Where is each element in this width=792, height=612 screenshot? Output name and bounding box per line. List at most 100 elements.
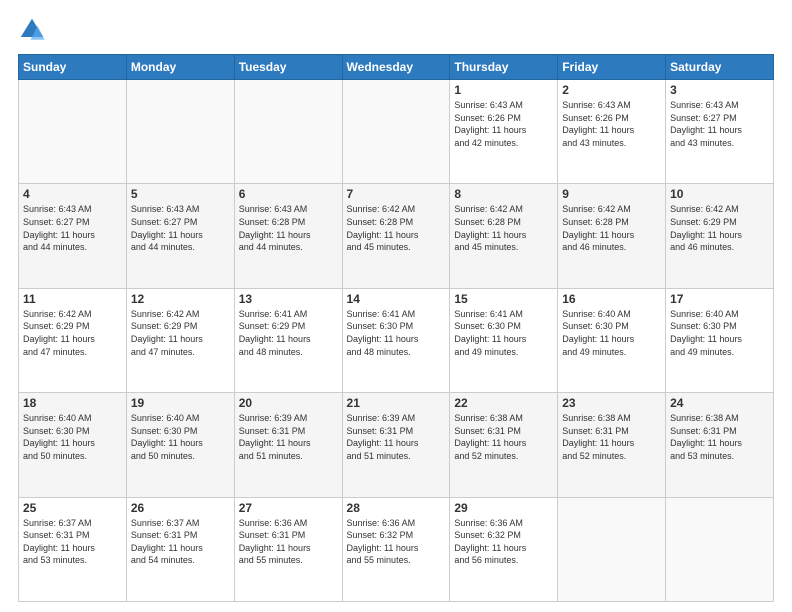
header bbox=[18, 16, 774, 44]
calendar-cell: 21 Sunrise: 6:39 AM Sunset: 6:31 PM Dayli… bbox=[342, 393, 450, 497]
day-info: Sunrise: 6:42 AM Sunset: 6:28 PM Dayligh… bbox=[454, 203, 553, 253]
day-info: Sunrise: 6:37 AM Sunset: 6:31 PM Dayligh… bbox=[131, 517, 230, 567]
logo-icon bbox=[18, 16, 46, 44]
calendar-cell: 17 Sunrise: 6:40 AM Sunset: 6:30 PM Dayli… bbox=[666, 288, 774, 392]
calendar-header-row: SundayMondayTuesdayWednesdayThursdayFrid… bbox=[19, 55, 774, 80]
calendar-cell: 26 Sunrise: 6:37 AM Sunset: 6:31 PM Dayli… bbox=[126, 497, 234, 601]
calendar-cell: 1 Sunrise: 6:43 AM Sunset: 6:26 PM Daylig… bbox=[450, 80, 558, 184]
calendar-cell: 23 Sunrise: 6:38 AM Sunset: 6:31 PM Dayli… bbox=[558, 393, 666, 497]
day-info: Sunrise: 6:43 AM Sunset: 6:26 PM Dayligh… bbox=[562, 99, 661, 149]
day-number: 16 bbox=[562, 292, 661, 306]
calendar-cell: 12Sunrise: 6:42 AM Sunset: 6:29 PM Dayli… bbox=[126, 288, 234, 392]
day-info: Sunrise: 6:43 AM Sunset: 6:28 PM Dayligh… bbox=[239, 203, 338, 253]
page: SundayMondayTuesdayWednesdayThursdayFrid… bbox=[0, 0, 792, 612]
day-info: Sunrise: 6:36 AM Sunset: 6:32 PM Dayligh… bbox=[347, 517, 446, 567]
day-number: 6 bbox=[239, 187, 338, 201]
calendar-cell bbox=[126, 80, 234, 184]
calendar-cell: 13 Sunrise: 6:41 AM Sunset: 6:29 PM Dayli… bbox=[234, 288, 342, 392]
day-number: 3 bbox=[670, 83, 769, 97]
day-number: 13 bbox=[239, 292, 338, 306]
calendar-cell: 11Sunrise: 6:42 AM Sunset: 6:29 PM Dayli… bbox=[19, 288, 127, 392]
calendar-cell: 8 Sunrise: 6:42 AM Sunset: 6:28 PM Daylig… bbox=[450, 184, 558, 288]
day-number: 2 bbox=[562, 83, 661, 97]
day-number: 18 bbox=[23, 396, 122, 410]
day-number: 15 bbox=[454, 292, 553, 306]
calendar-cell: 16 Sunrise: 6:40 AM Sunset: 6:30 PM Dayli… bbox=[558, 288, 666, 392]
day-info: Sunrise: 6:43 AM Sunset: 6:27 PM Dayligh… bbox=[131, 203, 230, 253]
calendar-week-4: 25 Sunrise: 6:37 AM Sunset: 6:31 PM Dayli… bbox=[19, 497, 774, 601]
day-number: 7 bbox=[347, 187, 446, 201]
calendar-week-3: 18 Sunrise: 6:40 AM Sunset: 6:30 PM Dayli… bbox=[19, 393, 774, 497]
day-number: 12 bbox=[131, 292, 230, 306]
day-number: 21 bbox=[347, 396, 446, 410]
calendar-cell: 28 Sunrise: 6:36 AM Sunset: 6:32 PM Dayli… bbox=[342, 497, 450, 601]
calendar-week-2: 11Sunrise: 6:42 AM Sunset: 6:29 PM Dayli… bbox=[19, 288, 774, 392]
calendar-table: SundayMondayTuesdayWednesdayThursdayFrid… bbox=[18, 54, 774, 602]
day-number: 25 bbox=[23, 501, 122, 515]
day-number: 5 bbox=[131, 187, 230, 201]
day-info: Sunrise: 6:39 AM Sunset: 6:31 PM Dayligh… bbox=[239, 412, 338, 462]
calendar-cell: 6 Sunrise: 6:43 AM Sunset: 6:28 PM Daylig… bbox=[234, 184, 342, 288]
day-info: Sunrise: 6:40 AM Sunset: 6:30 PM Dayligh… bbox=[23, 412, 122, 462]
day-number: 22 bbox=[454, 396, 553, 410]
calendar-weekday-thursday: Thursday bbox=[450, 55, 558, 80]
calendar-cell: 27 Sunrise: 6:36 AM Sunset: 6:31 PM Dayli… bbox=[234, 497, 342, 601]
calendar-cell: 14 Sunrise: 6:41 AM Sunset: 6:30 PM Dayli… bbox=[342, 288, 450, 392]
day-info: Sunrise: 6:42 AM Sunset: 6:29 PM Dayligh… bbox=[670, 203, 769, 253]
day-info: Sunrise: 6:36 AM Sunset: 6:32 PM Dayligh… bbox=[454, 517, 553, 567]
day-info: Sunrise: 6:40 AM Sunset: 6:30 PM Dayligh… bbox=[562, 308, 661, 358]
day-number: 26 bbox=[131, 501, 230, 515]
day-info: Sunrise: 6:41 AM Sunset: 6:30 PM Dayligh… bbox=[454, 308, 553, 358]
calendar-cell: 19Sunrise: 6:40 AM Sunset: 6:30 PM Dayli… bbox=[126, 393, 234, 497]
day-number: 28 bbox=[347, 501, 446, 515]
calendar-cell: 7 Sunrise: 6:42 AM Sunset: 6:28 PM Daylig… bbox=[342, 184, 450, 288]
calendar-cell: 15 Sunrise: 6:41 AM Sunset: 6:30 PM Dayli… bbox=[450, 288, 558, 392]
day-number: 8 bbox=[454, 187, 553, 201]
calendar-cell: 22 Sunrise: 6:38 AM Sunset: 6:31 PM Dayli… bbox=[450, 393, 558, 497]
calendar-cell: 4Sunrise: 6:43 AM Sunset: 6:27 PM Daylig… bbox=[19, 184, 127, 288]
calendar-weekday-tuesday: Tuesday bbox=[234, 55, 342, 80]
day-number: 1 bbox=[454, 83, 553, 97]
day-number: 17 bbox=[670, 292, 769, 306]
day-number: 19 bbox=[131, 396, 230, 410]
day-info: Sunrise: 6:37 AM Sunset: 6:31 PM Dayligh… bbox=[23, 517, 122, 567]
day-info: Sunrise: 6:40 AM Sunset: 6:30 PM Dayligh… bbox=[670, 308, 769, 358]
calendar-cell: 20 Sunrise: 6:39 AM Sunset: 6:31 PM Dayli… bbox=[234, 393, 342, 497]
day-number: 23 bbox=[562, 396, 661, 410]
day-info: Sunrise: 6:42 AM Sunset: 6:28 PM Dayligh… bbox=[562, 203, 661, 253]
day-number: 27 bbox=[239, 501, 338, 515]
day-info: Sunrise: 6:38 AM Sunset: 6:31 PM Dayligh… bbox=[562, 412, 661, 462]
day-number: 11 bbox=[23, 292, 122, 306]
calendar-cell: 5 Sunrise: 6:43 AM Sunset: 6:27 PM Daylig… bbox=[126, 184, 234, 288]
day-number: 29 bbox=[454, 501, 553, 515]
calendar-cell bbox=[342, 80, 450, 184]
day-info: Sunrise: 6:43 AM Sunset: 6:26 PM Dayligh… bbox=[454, 99, 553, 149]
day-number: 14 bbox=[347, 292, 446, 306]
calendar-cell: 25 Sunrise: 6:37 AM Sunset: 6:31 PM Dayli… bbox=[19, 497, 127, 601]
day-number: 20 bbox=[239, 396, 338, 410]
day-info: Sunrise: 6:41 AM Sunset: 6:29 PM Dayligh… bbox=[239, 308, 338, 358]
calendar-weekday-saturday: Saturday bbox=[666, 55, 774, 80]
day-info: Sunrise: 6:38 AM Sunset: 6:31 PM Dayligh… bbox=[670, 412, 769, 462]
day-info: Sunrise: 6:36 AM Sunset: 6:31 PM Dayligh… bbox=[239, 517, 338, 567]
day-info: Sunrise: 6:38 AM Sunset: 6:31 PM Dayligh… bbox=[454, 412, 553, 462]
calendar-cell: 9Sunrise: 6:42 AM Sunset: 6:28 PM Daylig… bbox=[558, 184, 666, 288]
calendar-cell: 2 Sunrise: 6:43 AM Sunset: 6:26 PM Daylig… bbox=[558, 80, 666, 184]
day-info: Sunrise: 6:43 AM Sunset: 6:27 PM Dayligh… bbox=[23, 203, 122, 253]
calendar-cell: 29 Sunrise: 6:36 AM Sunset: 6:32 PM Dayli… bbox=[450, 497, 558, 601]
day-number: 10 bbox=[670, 187, 769, 201]
calendar-cell: 10 Sunrise: 6:42 AM Sunset: 6:29 PM Dayli… bbox=[666, 184, 774, 288]
calendar-weekday-friday: Friday bbox=[558, 55, 666, 80]
calendar-cell bbox=[558, 497, 666, 601]
day-info: Sunrise: 6:39 AM Sunset: 6:31 PM Dayligh… bbox=[347, 412, 446, 462]
calendar-weekday-wednesday: Wednesday bbox=[342, 55, 450, 80]
calendar-cell: 3Sunrise: 6:43 AM Sunset: 6:27 PM Daylig… bbox=[666, 80, 774, 184]
day-number: 24 bbox=[670, 396, 769, 410]
calendar-cell bbox=[19, 80, 127, 184]
day-info: Sunrise: 6:41 AM Sunset: 6:30 PM Dayligh… bbox=[347, 308, 446, 358]
calendar-week-1: 4Sunrise: 6:43 AM Sunset: 6:27 PM Daylig… bbox=[19, 184, 774, 288]
day-info: Sunrise: 6:42 AM Sunset: 6:28 PM Dayligh… bbox=[347, 203, 446, 253]
calendar-weekday-monday: Monday bbox=[126, 55, 234, 80]
calendar-cell bbox=[666, 497, 774, 601]
calendar-week-0: 1 Sunrise: 6:43 AM Sunset: 6:26 PM Daylig… bbox=[19, 80, 774, 184]
